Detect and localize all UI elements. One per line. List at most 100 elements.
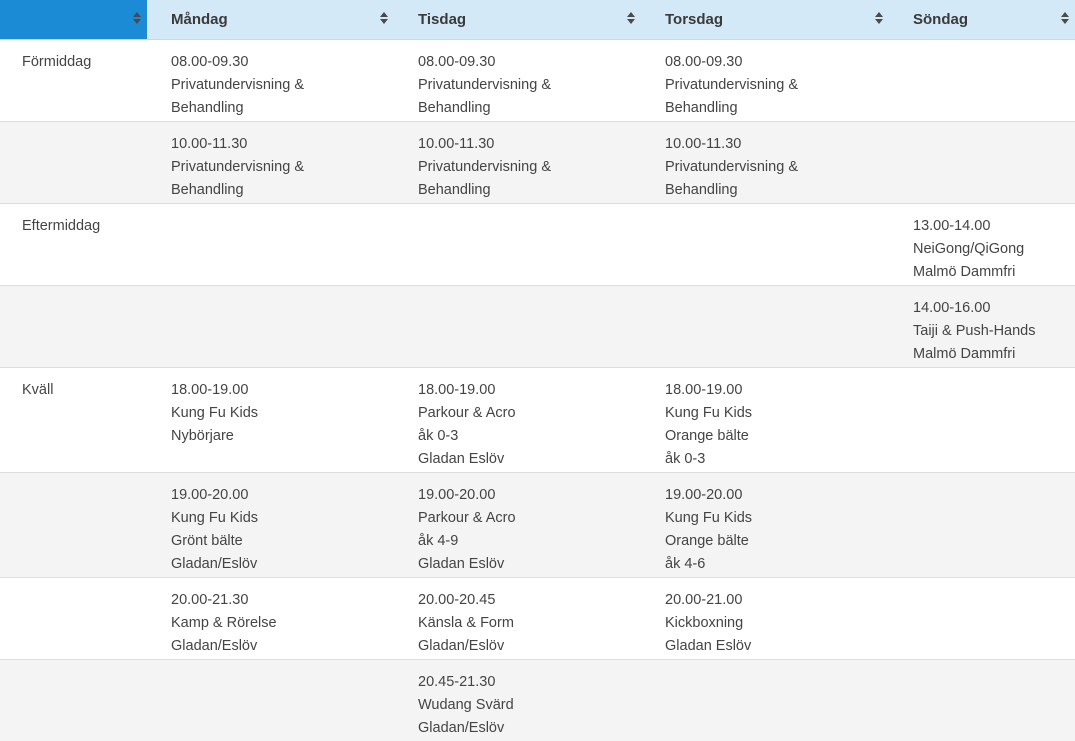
session-detail: Gladan Eslöv <box>418 450 505 467</box>
period-cell <box>0 658 147 741</box>
sort-icon <box>1061 12 1069 26</box>
column-header-torsdag[interactable]: Torsdag <box>641 0 889 40</box>
session-detail: Privatundervisning & <box>418 76 551 93</box>
session-detail: Wudang Svärd <box>418 696 514 713</box>
period-label: Kväll <box>22 381 54 398</box>
session-time: 10.00-11.30 <box>418 135 495 152</box>
session-time: 10.00-11.30 <box>171 135 248 152</box>
column-header-period[interactable] <box>0 0 147 40</box>
period-cell <box>0 576 147 659</box>
session-detail: Taiji & Push-Hands <box>913 322 1036 339</box>
session-detail: Gladan/Eslöv <box>418 637 505 654</box>
schedule-cell: 18.00-19.00 Parkour & Acro åk 0-3 Gladan Es… <box>394 366 641 472</box>
schedule-cell: 08.00-09.30 Privatundervisning & Behandlin… <box>641 39 889 121</box>
session-detail: åk 4-6 <box>665 555 706 572</box>
period-cell: Kväll <box>0 366 147 472</box>
session-detail: NeiGong/QiGong <box>913 240 1025 257</box>
table-row: Kväll 18.00-19.00 Kung Fu Kids Nybörjare 18.… <box>0 366 1075 472</box>
session-detail: Nybörjare <box>171 427 234 444</box>
sort-icon <box>133 12 141 26</box>
session-time: 08.00-09.30 <box>418 53 496 70</box>
schedule-cell: 20.00-21.30 Kamp & Rörelse Gladan/Eslöv <box>147 576 394 659</box>
schedule-cell: 13.00-14.00 NeiGong/QiGong Malmö Dammfri <box>889 202 1075 285</box>
schedule-table: Måndag Tisdag Torsdag Söndag Förmiddag 08… <box>0 0 1075 741</box>
schedule-cell <box>889 120 1075 203</box>
session-detail: Behandling <box>418 181 491 198</box>
period-cell <box>0 120 147 203</box>
schedule-cell: 18.00-19.00 Kung Fu Kids Orange bälte åk 0-… <box>641 366 889 472</box>
session-time: 08.00-09.30 <box>665 53 743 70</box>
session-detail: Orange bälte <box>665 532 749 549</box>
session-time: 20.00-20.45 <box>418 591 496 608</box>
session-detail: åk 4-9 <box>418 532 459 549</box>
header-row: Måndag Tisdag Torsdag Söndag <box>0 0 1075 40</box>
session-time: 08.00-09.30 <box>171 53 249 70</box>
session-detail: Parkour & Acro <box>418 404 516 421</box>
session-time: 20.00-21.00 <box>665 591 743 608</box>
table-row: Förmiddag 08.00-09.30 Privatundervisning &… <box>0 39 1075 121</box>
schedule-cell <box>147 658 394 741</box>
session-time: 18.00-19.00 <box>665 381 743 398</box>
session-time: 19.00-20.00 <box>418 486 496 503</box>
schedule-cell: 10.00-11.30 Privatundervisning & Behandlin… <box>147 120 394 203</box>
schedule-cell: 20.45-21.30 Wudang Svärd Gladan/Eslöv <box>394 658 641 741</box>
session-detail: Malmö Dammfri <box>913 263 1016 280</box>
column-header-label: Torsdag <box>665 10 724 28</box>
schedule-cell <box>147 202 394 285</box>
schedule-cell <box>889 658 1075 741</box>
session-detail: Behandling <box>171 181 244 198</box>
period-cell: Förmiddag <box>0 39 147 121</box>
schedule-cell: 19.00-20.00 Parkour & Acro åk 4-9 Gladan Es… <box>394 471 641 577</box>
session-time: 19.00-20.00 <box>665 486 743 503</box>
column-header-sondag[interactable]: Söndag <box>889 0 1075 40</box>
schedule-cell <box>889 39 1075 121</box>
sort-icon <box>875 12 883 26</box>
session-detail: Kamp & Rörelse <box>171 614 277 631</box>
sort-icon <box>380 12 388 26</box>
session-detail: Parkour & Acro <box>418 509 516 526</box>
schedule-cell <box>147 284 394 367</box>
schedule-cell <box>394 284 641 367</box>
schedule-cell: 19.00-20.00 Kung Fu Kids Orange bälte åk 4-… <box>641 471 889 577</box>
session-detail: Malmö Dammfri <box>913 345 1016 362</box>
session-detail: Behandling <box>665 99 738 116</box>
session-detail: Privatundervisning & <box>665 158 798 175</box>
column-header-label: Söndag <box>913 10 968 28</box>
period-label: Eftermiddag <box>22 217 101 234</box>
schedule-cell <box>394 202 641 285</box>
session-detail: Kickboxning <box>665 614 744 631</box>
session-detail: Privatundervisning & <box>665 76 798 93</box>
schedule-cell: 08.00-09.30 Privatundervisning & Behandlin… <box>394 39 641 121</box>
session-detail: Behandling <box>418 99 491 116</box>
column-header-label: Måndag <box>171 10 228 28</box>
session-detail: Kung Fu Kids <box>171 509 259 526</box>
column-header-tisdag[interactable]: Tisdag <box>394 0 641 40</box>
schedule-cell: 18.00-19.00 Kung Fu Kids Nybörjare <box>147 366 394 472</box>
session-detail: Orange bälte <box>665 427 749 444</box>
table-row: 19.00-20.00 Kung Fu Kids Grönt bälte Gladan… <box>0 471 1075 577</box>
column-header-mandag[interactable]: Måndag <box>147 0 394 40</box>
session-time: 19.00-20.00 <box>171 486 249 503</box>
period-cell <box>0 284 147 367</box>
session-detail: åk 0-3 <box>418 427 459 444</box>
schedule-cell <box>889 471 1075 577</box>
column-header-label: Tisdag <box>418 10 467 28</box>
schedule-cell <box>889 366 1075 472</box>
schedule-cell: 10.00-11.30 Privatundervisning & Behandlin… <box>394 120 641 203</box>
schedule-cell: 19.00-20.00 Kung Fu Kids Grönt bälte Gladan… <box>147 471 394 577</box>
session-detail: åk 0-3 <box>665 450 706 467</box>
period-cell: Eftermiddag <box>0 202 147 285</box>
session-time: 20.45-21.30 <box>418 673 496 690</box>
schedule-cell: 20.00-21.00 Kickboxning Gladan Eslöv <box>641 576 889 659</box>
session-time: 18.00-19.00 <box>171 381 249 398</box>
session-time: 20.00-21.30 <box>171 591 249 608</box>
period-cell <box>0 471 147 577</box>
session-detail: Kung Fu Kids <box>665 404 753 421</box>
session-detail: Kung Fu Kids <box>171 404 259 421</box>
schedule-cell <box>641 658 889 741</box>
session-detail: Känsla & Form <box>418 614 514 631</box>
session-detail: Gladan Eslöv <box>665 637 752 654</box>
session-detail: Gladan Eslöv <box>418 555 505 572</box>
table-row: 10.00-11.30 Privatundervisning & Behandlin… <box>0 120 1075 203</box>
session-detail: Gladan/Eslöv <box>171 555 258 572</box>
